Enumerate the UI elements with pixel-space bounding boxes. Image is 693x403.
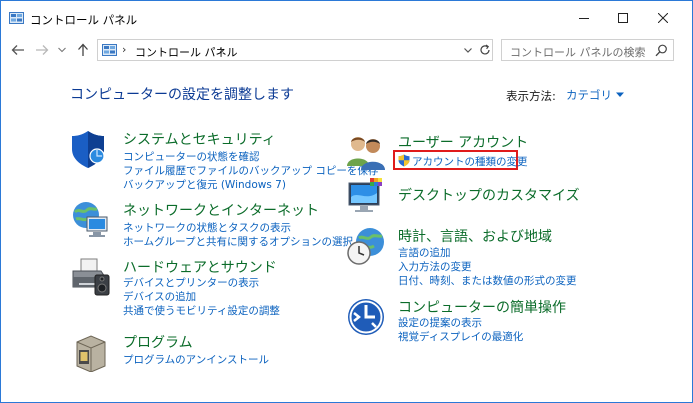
uac-shield-icon xyxy=(398,154,410,167)
category-title-hardware-sound[interactable]: ハードウェアとサウンド xyxy=(123,257,277,277)
refresh-icon[interactable] xyxy=(478,43,492,57)
link-optimize-display[interactable]: 視覚ディスプレイの最適化 xyxy=(398,329,523,344)
link-check-status[interactable]: コンピューターの状態を確認 xyxy=(123,149,260,164)
minimize-icon xyxy=(579,18,589,19)
forward-button[interactable] xyxy=(33,41,51,59)
back-button[interactable] xyxy=(9,41,27,59)
view-by-value: カテゴリ xyxy=(566,88,612,102)
user-accounts-icon[interactable] xyxy=(346,132,386,172)
up-button[interactable] xyxy=(74,41,92,59)
category-title-clock-language-region[interactable]: 時計、言語、および地域 xyxy=(398,226,552,246)
link-get-recommendations[interactable]: 設定の提案の表示 xyxy=(398,315,482,330)
breadcrumb-separator-icon[interactable]: › xyxy=(219,43,223,56)
maximize-icon xyxy=(618,13,628,23)
security-shield-icon[interactable] xyxy=(71,129,111,169)
close-button[interactable] xyxy=(643,6,683,30)
programs-box-icon[interactable] xyxy=(71,332,111,372)
link-add-device[interactable]: デバイスの追加 xyxy=(123,289,196,304)
navigation-bar: › コントロール パネル › コントロール パネルの検索 xyxy=(1,34,692,65)
chevron-down-icon xyxy=(58,47,66,53)
category-title-desktop-customization[interactable]: デスクトップのカスタマイズ xyxy=(398,185,580,205)
link-add-language[interactable]: 言語の追加 xyxy=(398,245,451,260)
category-title-programs[interactable]: プログラム xyxy=(123,332,193,352)
back-arrow-icon xyxy=(11,45,24,55)
ease-of-access-icon[interactable] xyxy=(346,297,386,337)
link-change-input-method[interactable]: 入力方法の変更 xyxy=(398,259,472,274)
window-title: コントロール パネル xyxy=(30,13,138,27)
search-icon[interactable] xyxy=(655,44,668,57)
control-panel-icon xyxy=(102,44,117,56)
link-network-status[interactable]: ネットワークの状態とタスクの表示 xyxy=(123,220,291,235)
chevron-down-icon xyxy=(616,92,624,97)
link-mobility-settings[interactable]: 共通で使うモビリティ設定の調整 xyxy=(123,303,280,318)
category-title-system-security[interactable]: システムとセキュリティ xyxy=(123,129,276,149)
up-arrow-icon xyxy=(78,43,88,56)
close-icon xyxy=(658,13,668,23)
forward-arrow-icon xyxy=(36,45,49,55)
clock-globe-icon[interactable] xyxy=(346,226,386,266)
control-panel-window: コントロール パネル › コントロール パネル › コントロール パネルの検索 … xyxy=(0,0,693,403)
minimize-button[interactable] xyxy=(564,6,604,30)
view-by-dropdown[interactable]: カテゴリ xyxy=(566,87,624,103)
link-devices-printers[interactable]: デバイスとプリンターの表示 xyxy=(123,275,259,290)
link-homegroup-sharing[interactable]: ホームグループと共有に関するオプションの選択 xyxy=(123,234,353,249)
category-title-user-accounts[interactable]: ユーザー アカウント xyxy=(398,132,528,152)
control-panel-icon xyxy=(9,12,24,24)
network-globe-icon[interactable] xyxy=(71,200,111,240)
desktop-customization-icon[interactable] xyxy=(346,177,386,217)
link-file-history-backup[interactable]: ファイル履歴でファイルのバックアップ コピーを保存 xyxy=(123,163,378,178)
maximize-button[interactable] xyxy=(603,6,643,30)
link-change-account-type[interactable]: アカウントの種類の変更 xyxy=(412,154,528,169)
breadcrumb-separator-icon[interactable]: › xyxy=(122,43,126,56)
address-dropdown-icon[interactable] xyxy=(462,44,474,56)
search-placeholder: コントロール パネルの検索 xyxy=(510,46,646,59)
title-bar: コントロール パネル xyxy=(1,1,692,32)
recent-locations-button[interactable] xyxy=(56,41,68,59)
link-uninstall-program[interactable]: プログラムのアンインストール xyxy=(123,352,269,367)
category-title-network-internet[interactable]: ネットワークとインターネット xyxy=(123,200,319,220)
address-bar[interactable]: › コントロール パネル › xyxy=(97,39,493,61)
search-box[interactable]: コントロール パネルの検索 xyxy=(501,39,674,61)
page-title: コンピューターの設定を調整します xyxy=(70,87,294,103)
link-backup-restore[interactable]: バックアップと復元 (Windows 7) xyxy=(123,177,286,192)
link-change-date-time-format[interactable]: 日付、時刻、または数値の形式の変更 xyxy=(398,273,577,288)
printer-speaker-icon[interactable] xyxy=(71,257,111,297)
category-title-ease-of-access[interactable]: コンピューターの簡単操作 xyxy=(398,297,566,317)
view-by-label: 表示方法: xyxy=(506,89,556,103)
